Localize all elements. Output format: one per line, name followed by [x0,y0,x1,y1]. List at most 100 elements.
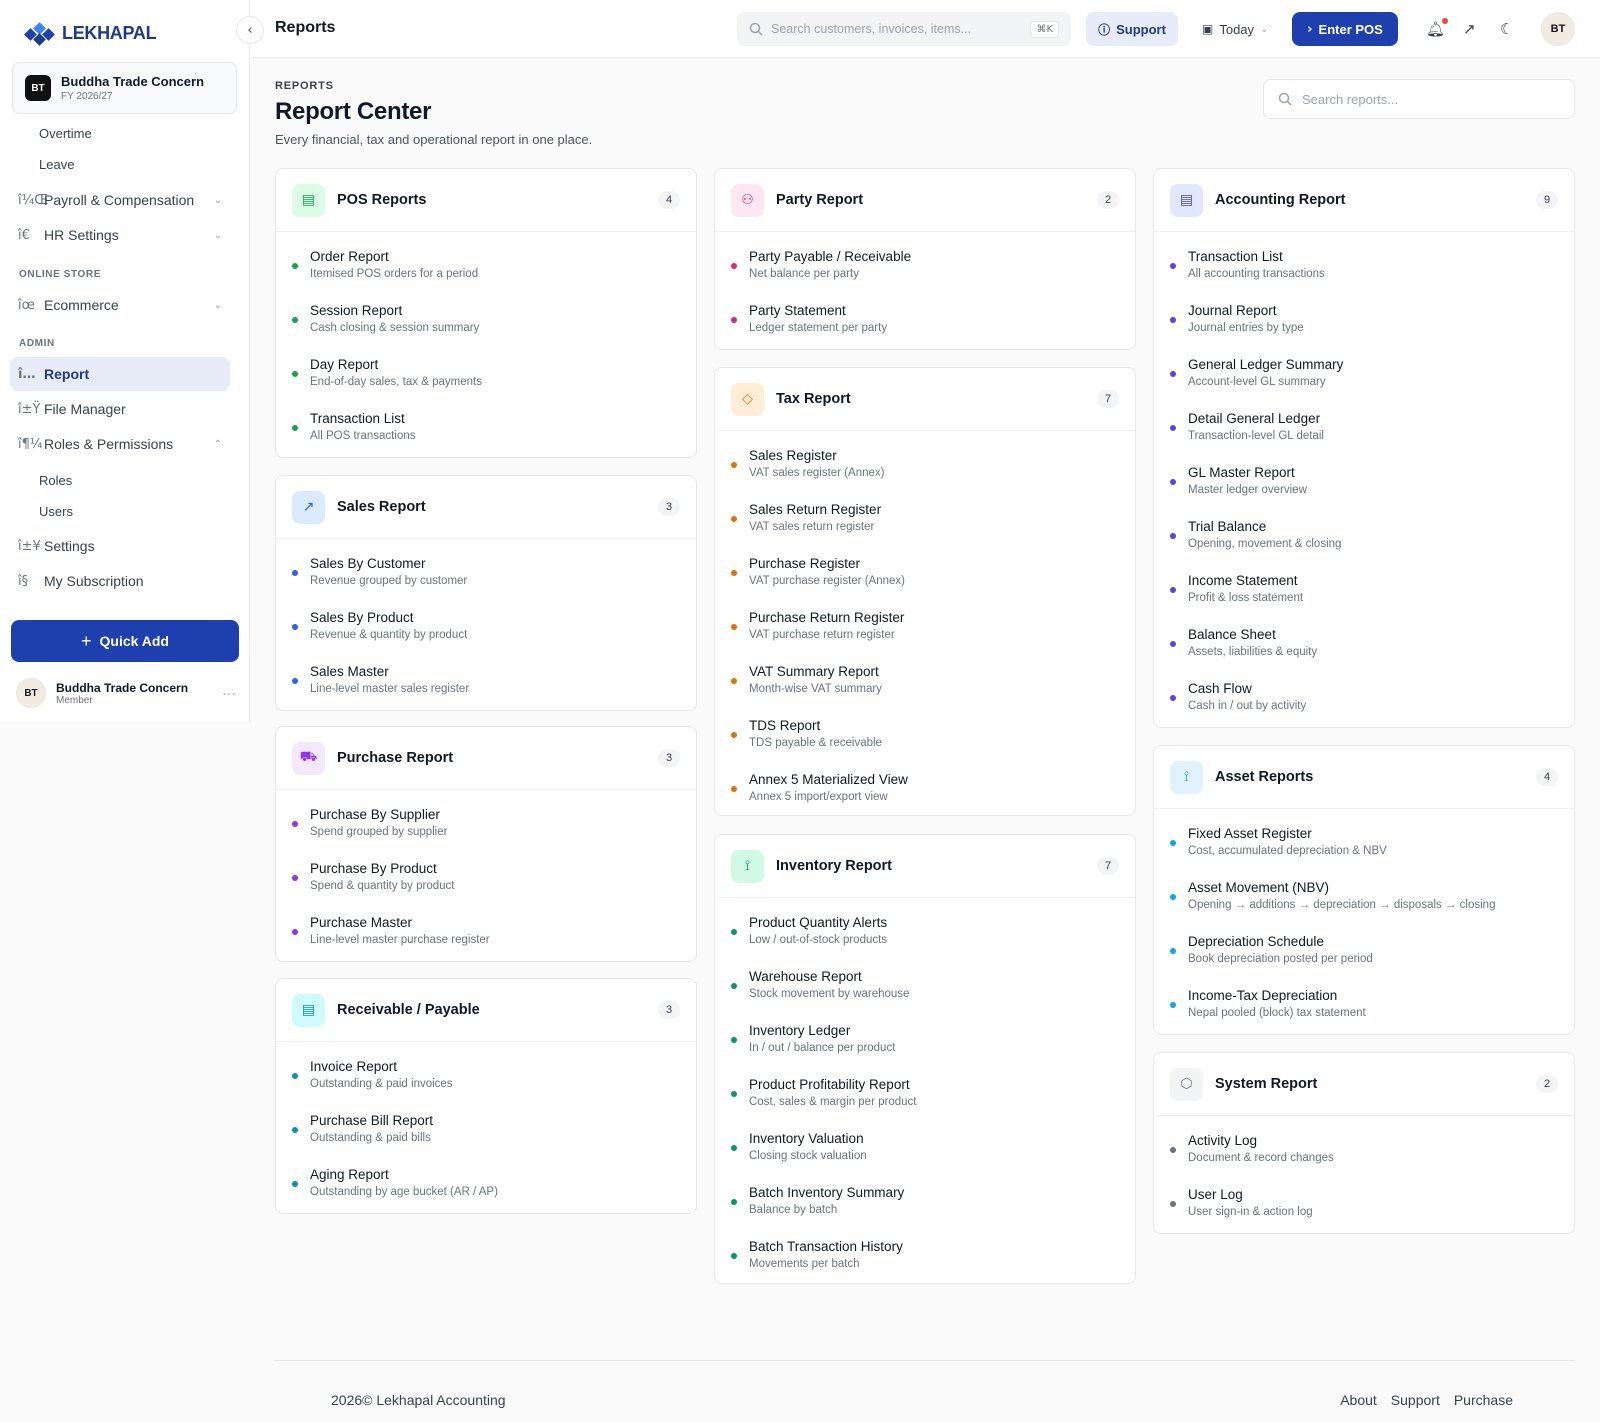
report-link[interactable]: Warehouse Report Stock movement by wareho… [715,956,1135,1010]
report-link[interactable]: Purchase By Supplier Spend grouped by sup… [276,794,696,848]
support-label: Support [1116,21,1166,37]
report-link[interactable]: Batch Inventory Summary Balance by batch [715,1172,1135,1226]
report-link[interactable]: Product Quantity Alerts Low / out-of-stoc… [715,902,1135,956]
bullet-dot [1170,1147,1176,1153]
sidebar-item-subscription[interactable]: î§ My Subscription [10,564,230,598]
report-link[interactable]: GL Master Report Master ledger overview [1154,452,1574,506]
report-link[interactable]: Purchase By Product Spend & quantity by p… [276,848,696,902]
report-link[interactable]: Depreciation Schedule Book depreciation p… [1154,921,1574,975]
bullet-dot [1170,587,1176,593]
more-options-icon[interactable]: ··· [222,685,236,701]
footer-link-purchase[interactable]: Purchase [1454,1392,1513,1408]
report-link[interactable]: Sales By Customer Revenue grouped by cust… [276,543,696,597]
report-title: Day Report [310,357,379,372]
user-menu[interactable]: BT Buddha Trade Concern Member ··· [16,678,236,708]
report-title: Fixed Asset Register [1188,826,1312,841]
sidebar-item-settings[interactable]: î±¥ Settings [10,529,230,563]
report-link[interactable]: Sales Return Register VAT sales return re… [715,489,1135,543]
report-link[interactable]: Sales Register VAT sales register (Annex) [715,435,1135,489]
card-system-report: ⬡ System Report 2 Activity Log Document & re… [1153,1052,1575,1234]
collapse-sidebar-button[interactable]: ‹ [236,16,264,44]
report-link[interactable]: Purchase Bill Report Outstanding & paid b… [276,1100,696,1154]
sidebar-item-payroll[interactable]: î¼Œ Payroll & Compensation ⌄ [10,183,230,217]
moon-icon[interactable]: ☾ [1500,20,1513,38]
report-link[interactable]: Trial Balance Opening, movement & closing [1154,506,1574,560]
card-inventory-report: ⟟ Inventory Report 7 Product Quantity Alert… [714,834,1136,1284]
report-link[interactable]: Session Report Cash closing & session sum… [276,290,696,344]
report-link[interactable]: Batch Transaction History Movements per b… [715,1226,1135,1280]
report-title: Purchase Return Register [749,610,905,625]
report-link[interactable]: Journal Report Journal entries by type [1154,290,1574,344]
sidebar-item-file-manager[interactable]: î±Ÿ File Manager [10,392,230,426]
footer-link-about[interactable]: About [1340,1392,1377,1408]
report-link[interactable]: General Ledger Summary Account-level GL s… [1154,344,1574,398]
report-link[interactable]: Transaction List All accounting transacti… [1154,236,1574,290]
report-description: VAT purchase return register [749,629,895,641]
footer-link-support[interactable]: Support [1391,1392,1440,1408]
enter-pos-label: Enter POS [1318,21,1383,37]
report-link[interactable]: Transaction List All POS transactions [276,398,696,452]
card-header: ⟟ Asset Reports 4 [1154,746,1574,809]
report-link[interactable]: Purchase Master Line-level master purchas… [276,902,696,956]
external-link-icon[interactable]: ↗ [1463,20,1476,38]
enter-pos-button[interactable]: › Enter POS [1292,12,1398,46]
report-list: Sales Register VAT sales register (Annex)… [715,431,1135,813]
report-link[interactable]: Purchase Return Register VAT purchase ret… [715,597,1135,651]
report-link[interactable]: Annex 5 Materialized View Annex 5 import/… [715,759,1135,813]
support-button[interactable]: ⓘ Support [1086,12,1178,46]
count-badge: 9 [1536,191,1558,209]
report-description: Low / out-of-stock products [749,934,888,946]
sidebar-item-hr-settings[interactable]: î€ HR Settings ⌄ [10,218,230,252]
purchase-category-icon: ⛟ [292,741,325,775]
org-switcher[interactable]: BT Buddha Trade Concern FY 2026/27 [12,62,237,114]
card-title: Party Report [776,192,864,208]
report-link[interactable]: TDS Report TDS payable & receivable [715,705,1135,759]
app-logo[interactable]: LEKHAPAL [22,20,157,46]
report-link[interactable]: Sales Master Line-level master sales regi… [276,651,696,705]
bell-icon[interactable]: 🔔︎ [1426,18,1449,38]
sidebar-item-leave[interactable]: Leave [39,157,74,172]
sidebar-item-overtime[interactable]: Overtime [39,126,92,141]
report-link[interactable]: Income-Tax Depreciation Nepal pooled (blo… [1154,975,1574,1029]
card-title: Inventory Report [776,858,893,874]
report-link[interactable]: Inventory Valuation Closing stock valuati… [715,1118,1135,1172]
report-link[interactable]: Day Report End-of-day sales, tax & paymen… [276,344,696,398]
sidebar-item-roles-permissions[interactable]: î¶¼ Roles & Permissions ⌃ [10,427,230,461]
report-link[interactable]: VAT Summary Report Month-wise VAT summary [715,651,1135,705]
report-search-input[interactable]: Search reports... [1263,79,1575,119]
report-link[interactable]: Purchase Register VAT purchase register (… [715,543,1135,597]
report-link[interactable]: Order Report Itemised POS orders for a pe… [276,236,696,290]
report-link[interactable]: Asset Movement (NBV) Opening → additions … [1154,867,1574,921]
sidebar-item-ecommerce[interactable]: îœ Ecommerce ⌄ [10,288,230,322]
report-link[interactable]: Activity Log Document & record changes [1154,1120,1574,1174]
report-link[interactable]: Cash Flow Cash in / out by activity [1154,668,1574,722]
sidebar-item-roles[interactable]: Roles [39,473,72,488]
report-link[interactable]: Detail General Ledger Transaction-level G… [1154,398,1574,452]
global-search-input[interactable]: Search customers, invoices, items... ⌘K [737,12,1071,46]
report-description: VAT sales register (Annex) [749,467,885,479]
page-subtitle: Every financial, tax and operational rep… [275,132,593,147]
date-range-select[interactable]: ▣ Today ⌄ [1202,12,1268,46]
user-name: Buddha Trade Concern [56,680,189,695]
report-list: Sales By Customer Revenue grouped by cust… [276,539,696,705]
sidebar-item-users[interactable]: Users [39,504,73,519]
quick-add-button[interactable]: + Quick Add [11,620,239,662]
report-link[interactable]: Party Statement Ledger statement per part… [715,290,1135,344]
report-link[interactable]: User Log User sign-in & action log [1154,1174,1574,1228]
report-link[interactable]: Inventory Ledger In / out / balance per p… [715,1010,1135,1064]
report-description: Line-level master purchase register [310,934,490,946]
report-link[interactable]: Party Payable / Receivable Net balance pe… [715,236,1135,290]
report-description: All accounting transactions [1188,268,1325,280]
bullet-dot [1170,263,1176,269]
report-title: Inventory Valuation [749,1131,864,1146]
report-link[interactable]: Product Profitability Report Cost, sales … [715,1064,1135,1118]
report-link[interactable]: Invoice Report Outstanding & paid invoice… [276,1046,696,1100]
report-link[interactable]: Sales By Product Revenue & quantity by pr… [276,597,696,651]
bullet-dot [731,570,737,576]
report-link[interactable]: Fixed Asset Register Cost, accumulated de… [1154,813,1574,867]
sidebar-item-report[interactable]: î… Report [10,357,230,391]
report-link[interactable]: Aging Report Outstanding by age bucket (A… [276,1154,696,1208]
report-link[interactable]: Income Statement Profit & loss statement [1154,560,1574,614]
report-link[interactable]: Balance Sheet Assets, liabilities & equit… [1154,614,1574,668]
profile-avatar[interactable]: BT [1541,12,1575,46]
